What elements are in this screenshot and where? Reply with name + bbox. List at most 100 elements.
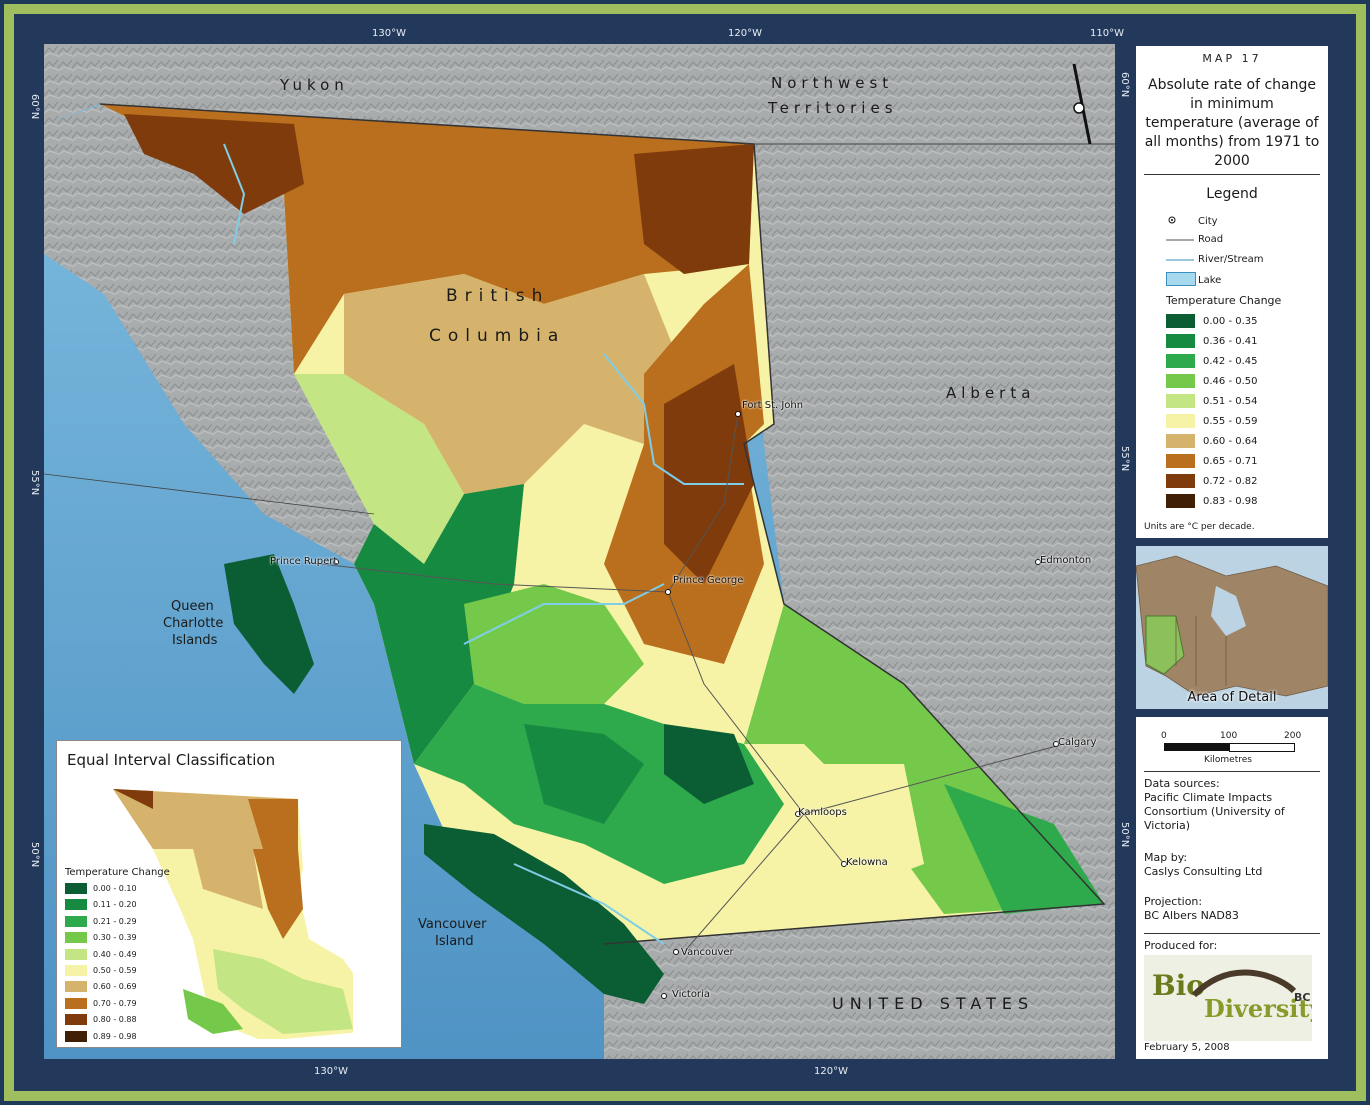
equal-interval-inset: Equal Interval Classification Temperatur… [56, 740, 402, 1048]
city-label-kamloops[interactable]: Kamloops [798, 807, 847, 818]
river-symbol-icon [1166, 254, 1198, 265]
temperature-change-title: Temperature Change [1166, 294, 1282, 307]
city-label-calgary[interactable]: Calgary [1058, 737, 1096, 748]
legend-river-label: River/Stream [1198, 254, 1264, 265]
graticule-right-55n: 55°N [1119, 446, 1130, 472]
legend-road: Road [1166, 234, 1223, 245]
area-of-detail-inset: Area of Detail [1136, 546, 1328, 709]
svg-text:Bio: Bio [1152, 969, 1205, 1002]
eq-class-label: 0.70 - 0.79 [93, 998, 137, 1008]
temp-class-label: 0.72 - 0.82 [1203, 475, 1258, 487]
data-sources-value: Pacific Climate Impacts Consortium (Univ… [1144, 791, 1285, 832]
scale-tick-100: 100 [1220, 731, 1238, 741]
legend-city: City [1166, 214, 1218, 229]
title-divider [1144, 174, 1320, 175]
city-label-vancouver[interactable]: Vancouver [681, 947, 734, 958]
temp-class-swatch [1166, 394, 1195, 408]
legend-city-label: City [1198, 216, 1218, 227]
graticule-left-50n: 50°N [29, 842, 40, 868]
eq-class-swatch [65, 981, 87, 993]
units-note: Units are °C per decade. [1144, 522, 1255, 532]
temp-class-label: 0.51 - 0.54 [1203, 395, 1258, 407]
eq-class-swatch [65, 883, 87, 894]
projection-value: BC Albers NAD83 [1144, 909, 1239, 922]
graticule-left-55n: 55°N [29, 470, 40, 496]
scale-bar [1164, 743, 1295, 752]
city-label-fort-st-john[interactable]: Fort St. John [742, 400, 803, 411]
temp-class-swatch [1166, 494, 1195, 508]
temp-class-swatch [1166, 454, 1195, 468]
city-label-prince-george[interactable]: Prince George [673, 575, 743, 586]
eq-class-row: 0.21 - 0.29 [65, 915, 137, 927]
temp-class-row: 0.51 - 0.54 [1166, 394, 1258, 408]
produced-for-label: Produced for: [1144, 939, 1218, 952]
eq-class-swatch [65, 1014, 87, 1026]
graticule-top-130w: 130°W [372, 28, 406, 39]
map-by-label: Map by: [1144, 851, 1188, 864]
temp-class-label: 0.42 - 0.45 [1203, 355, 1258, 367]
city-label-victoria[interactable]: Victoria [672, 989, 710, 1000]
eq-class-swatch [65, 932, 87, 944]
eq-class-swatch [65, 997, 87, 1009]
eq-class-label: 0.50 - 0.59 [93, 966, 137, 975]
eq-class-label: 0.00 - 0.10 [93, 884, 137, 893]
temp-class-label: 0.83 - 0.98 [1203, 495, 1258, 507]
graticule-right-60n: 60°N [1119, 72, 1130, 98]
region-label-nwt-line2: Territories [768, 99, 898, 117]
graticule-bottom-130w: 130°W [314, 1066, 348, 1077]
date-label: February 5, 2008 [1144, 1042, 1230, 1053]
temp-class-row: 0.83 - 0.98 [1166, 494, 1258, 508]
info-panel: 0 100 200 Kilometres Data sources: Pacif… [1136, 717, 1328, 1059]
temp-class-label: 0.60 - 0.64 [1203, 435, 1258, 447]
region-label-bc-line2: Columbia [429, 326, 566, 346]
area-of-detail-label: Area of Detail [1187, 690, 1277, 705]
temp-class-swatch [1166, 434, 1195, 448]
eq-class-swatch [65, 1030, 87, 1042]
graticule-right-50n: 50°N [1119, 822, 1130, 848]
eq-class-label: 0.40 - 0.49 [93, 949, 137, 959]
eq-class-swatch [65, 948, 87, 960]
region-label-qci-line2: Charlotte [163, 616, 224, 631]
title-legend-panel: MAP 17 Absolute rate of change in minimu… [1136, 46, 1328, 538]
temp-class-row: 0.60 - 0.64 [1166, 434, 1258, 448]
temp-class-row: 0.65 - 0.71 [1166, 454, 1258, 468]
region-label-vi-line1: Vancouver [418, 917, 487, 932]
temp-class-swatch [1166, 474, 1195, 488]
temp-class-swatch [1166, 374, 1195, 388]
city-label-prince-rupert[interactable]: Prince Rupert [270, 556, 337, 567]
legend-heading: Legend [1206, 186, 1258, 202]
produced-divider [1144, 933, 1320, 934]
temp-class-row: 0.72 - 0.82 [1166, 474, 1258, 488]
city-dot-fort-st-john [735, 411, 741, 417]
temp-class-label: 0.46 - 0.50 [1203, 375, 1258, 387]
eq-class-label: 0.89 - 0.98 [93, 1031, 137, 1041]
city-dot-victoria [661, 993, 667, 999]
region-label-qci-line3: Islands [172, 633, 218, 648]
eq-class-swatch [65, 965, 87, 976]
temp-class-label: 0.00 - 0.35 [1203, 315, 1258, 327]
eq-class-label: 0.80 - 0.88 [93, 1015, 137, 1025]
city-dot-prince-george [665, 589, 671, 595]
temp-class-label: 0.65 - 0.71 [1203, 455, 1258, 467]
equal-interval-title: Equal Interval Classification [67, 751, 276, 769]
legend-lake: Lake [1166, 272, 1221, 289]
temp-class-swatch [1166, 414, 1195, 428]
city-label-edmonton[interactable]: Edmonton [1040, 555, 1091, 566]
temp-class-swatch [1166, 314, 1195, 328]
eq-class-row: 0.40 - 0.49 [65, 948, 137, 960]
city-label-kelowna[interactable]: Kelowna [846, 857, 888, 868]
eq-class-row: 0.30 - 0.39 [65, 932, 137, 944]
temp-class-row: 0.55 - 0.59 [1166, 414, 1258, 428]
map-number: MAP 17 [1202, 52, 1262, 65]
eq-class-row: 0.89 - 0.98 [65, 1030, 137, 1042]
region-label-usa: UNITED STATES [832, 994, 1035, 1013]
svg-text:BC: BC [1294, 991, 1310, 1004]
eq-class-row: 0.80 - 0.88 [65, 1014, 137, 1026]
scale-tick-200: 200 [1284, 731, 1302, 741]
graticule-left-60n: 60°N [29, 94, 40, 120]
data-sources-label: Data sources: [1144, 777, 1220, 790]
eq-class-label: 0.21 - 0.29 [93, 916, 137, 926]
region-label-nwt-line1: Northwest [771, 74, 894, 92]
eq-class-row: 0.70 - 0.79 [65, 997, 137, 1009]
eq-class-row: 0.11 - 0.20 [65, 899, 137, 911]
